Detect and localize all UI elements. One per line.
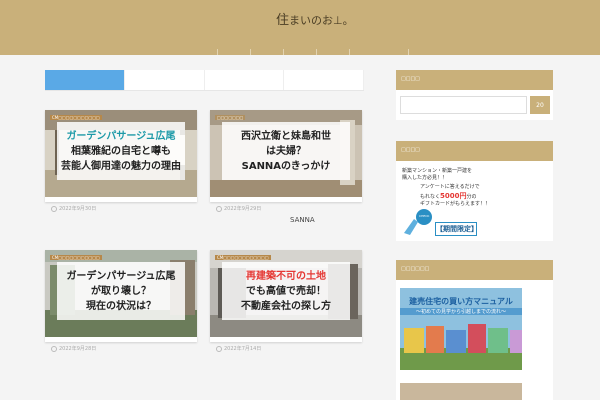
banner-subtitle: 〜初めての見学から引越しまでの流れ〜 bbox=[400, 308, 522, 315]
nav-item[interactable] bbox=[284, 49, 317, 55]
nav-item[interactable] bbox=[251, 49, 284, 55]
ad-text: ギフトカードがもらえます！！ bbox=[420, 201, 491, 207]
nav-item[interactable] bbox=[317, 49, 350, 55]
popular-widget-heading: □□□□□□ bbox=[396, 260, 553, 280]
article-card[interactable]: CM□□□□□□□□□□□□ 再建築不可の土地 でも高値で売却！ 不動産会社の探… bbox=[210, 250, 362, 352]
article-caption: 西沢立衛と妹島和世 は夫婦？ SANNAのきっかけ bbox=[222, 122, 350, 180]
clock-icon bbox=[51, 345, 57, 352]
caption-line: 不動産会社の探し方 bbox=[241, 300, 331, 312]
pointing-hand-icon bbox=[404, 209, 432, 235]
popular-article-thumbnail[interactable] bbox=[400, 383, 522, 400]
article-thumbnail[interactable]: CM□□□□□□□□□□□□ 再建築不可の土地 でも高値で売却！ 不動産会社の探… bbox=[210, 250, 362, 337]
tab-4[interactable] bbox=[284, 70, 364, 90]
search-input[interactable] bbox=[400, 96, 527, 114]
clock-icon bbox=[216, 205, 222, 212]
category-badge[interactable]: CM□□□□□□□□□□□ bbox=[50, 255, 102, 260]
category-badge[interactable]: CM□□□□□□□□□□□□ bbox=[215, 255, 271, 260]
article-caption: 再建築不可の土地 でも高値で売却！ 不動産会社の探し方 bbox=[222, 262, 350, 320]
article-card[interactable]: CM□□□□□□□□□□□ ガーデンパサージュ広尾 が取り壊し？ 現在の状況は？… bbox=[45, 250, 197, 352]
tab-2[interactable] bbox=[125, 70, 205, 90]
article-thumbnail[interactable]: CM□□□□□□□□□□□ ガーデンパサージュ広尾 が取り壊し？ 現在の状況は？ bbox=[45, 250, 197, 337]
ad-widget-heading: □□□□ bbox=[396, 141, 553, 161]
post-date: 2022年9月30日 bbox=[51, 205, 96, 212]
post-date: 2022年9月28日 bbox=[51, 345, 96, 352]
article-thumbnail[interactable]: CM□□□□□□□□□□□ ガーデンパサージュ広尾 相葉雅紀の自宅と噂も 芸能人… bbox=[45, 110, 197, 197]
caption-line: ガーデンパサージュ広尾 bbox=[66, 270, 176, 282]
ad-text: アンケートに答えるだけで bbox=[420, 184, 480, 190]
search-button[interactable]: 20 bbox=[530, 96, 550, 114]
article-card[interactable]: □□□□□□□ 西沢立衛と妹島和世 は夫婦？ SANNAのきっかけ 2022年9… bbox=[210, 110, 362, 224]
global-nav bbox=[185, 49, 409, 55]
article-tabs bbox=[45, 70, 364, 91]
category-badge[interactable]: CM□□□□□□□□□□□ bbox=[50, 115, 102, 120]
post-date: 2022年7月14日 bbox=[216, 345, 261, 352]
search-widget-heading: □□□□ bbox=[396, 70, 553, 90]
clock-icon bbox=[216, 345, 222, 352]
popular-article-banner[interactable]: 建売住宅の買い方マニュアル 〜初めての見学から引越しまでの流れ〜 bbox=[400, 288, 522, 370]
site-logo[interactable]: 住まいのお⊥。 bbox=[276, 9, 354, 28]
caption-line: は夫婦？ bbox=[266, 145, 306, 157]
caption-line: SANNAのきっかけ bbox=[241, 160, 331, 172]
caption-line: でも高値で売却！ bbox=[246, 285, 326, 297]
caption-line: が取り壊し？ bbox=[91, 285, 151, 297]
nav-item[interactable] bbox=[350, 49, 409, 55]
ad-check-label: CHECK bbox=[419, 214, 430, 218]
tab-new[interactable] bbox=[45, 70, 125, 90]
nav-item[interactable] bbox=[218, 49, 251, 55]
site-header: 住まいのお⊥。 bbox=[0, 0, 600, 55]
limited-time-badge: 【期間限定】 bbox=[435, 222, 478, 236]
caption-line: 相葉雅紀の自宅と噂も bbox=[71, 145, 171, 157]
category-badge[interactable]: □□□□□□□ bbox=[215, 115, 246, 120]
nav-item[interactable] bbox=[185, 49, 218, 55]
article-card[interactable]: CM□□□□□□□□□□□ ガーデンパサージュ広尾 相葉雅紀の自宅と噂も 芸能人… bbox=[45, 110, 197, 212]
banner-title: 建売住宅の買い方マニュアル bbox=[409, 297, 513, 306]
caption-line: 現在の状況は？ bbox=[86, 300, 156, 312]
caption-line: 芸能人御用達の魅力の理由 bbox=[61, 160, 181, 172]
article-caption: ガーデンパサージュ広尾 が取り壊し？ 現在の状況は？ bbox=[57, 262, 185, 320]
ad-text: 新築マンション・新築一戸建を bbox=[402, 168, 473, 174]
article-thumbnail[interactable]: □□□□□□□ 西沢立衛と妹島和世 は夫婦？ SANNAのきっかけ bbox=[210, 110, 362, 197]
post-date: 2022年9月29日 bbox=[216, 205, 261, 212]
caption-line: 西沢立衛と妹島和世 bbox=[241, 130, 331, 142]
tab-3[interactable] bbox=[205, 70, 285, 90]
clock-icon bbox=[51, 205, 57, 212]
caption-line: ガーデンパサージュ広尾 bbox=[66, 130, 176, 142]
post-author: SANNA bbox=[290, 216, 315, 224]
caption-line: 再建築不可の土地 bbox=[246, 270, 326, 282]
article-caption: ガーデンパサージュ広尾 相葉雅紀の自宅と噂も 芸能人御用達の魅力の理由 bbox=[57, 122, 185, 180]
ad-text: 購入した方必見！！ bbox=[402, 175, 448, 181]
